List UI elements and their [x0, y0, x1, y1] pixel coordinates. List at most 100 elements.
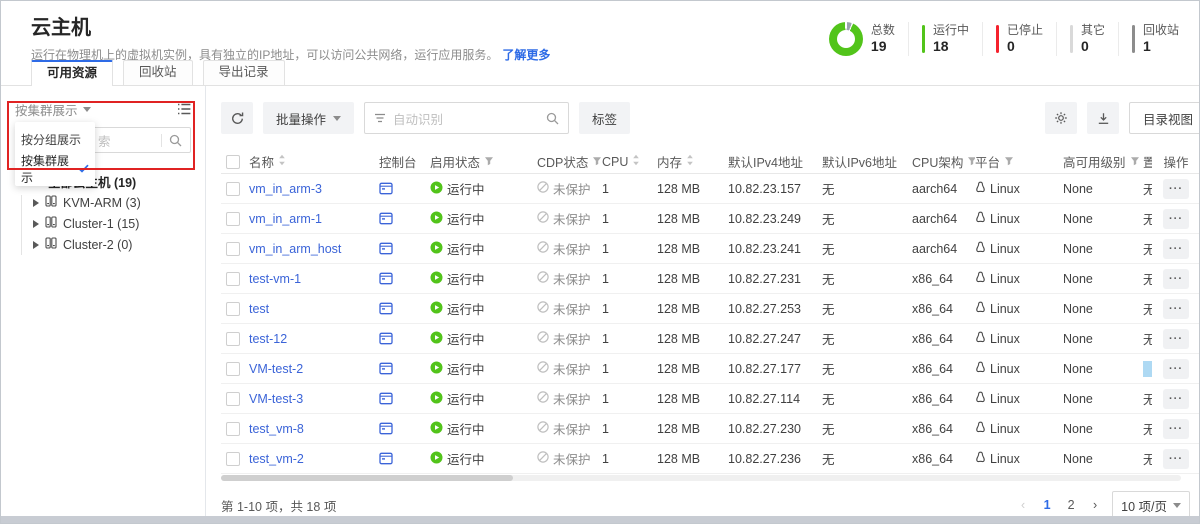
row-checkbox[interactable] — [226, 242, 240, 256]
console-icon[interactable] — [379, 212, 393, 225]
console-icon[interactable] — [379, 332, 393, 345]
column-header-name[interactable]: 名称 — [249, 152, 379, 171]
batch-actions-button[interactable]: 批量操作 — [263, 102, 354, 134]
column-header-ha[interactable]: 高可用级别 — [1063, 152, 1143, 171]
horizontal-scrollbar[interactable] — [221, 475, 1181, 481]
tag-button[interactable]: 标签 — [579, 102, 630, 134]
catalog-view-button[interactable]: 目录视图 — [1129, 102, 1199, 134]
console-icon[interactable] — [379, 242, 393, 255]
refresh-button[interactable] — [221, 102, 253, 134]
more-actions-button[interactable]: ··· — [1163, 449, 1189, 469]
column-header-arch[interactable]: CPU架构 — [912, 152, 975, 171]
vm-name-link[interactable]: VM-test-3 — [249, 392, 303, 406]
search-icon[interactable] — [546, 112, 559, 125]
display-mode-dropdown[interactable]: 按集群展示 — [15, 100, 91, 119]
tab-recycle-bin[interactable]: 回收站 — [123, 60, 193, 85]
caret-right-icon[interactable] — [33, 220, 39, 228]
vm-name-link[interactable]: vm_in_arm_host — [249, 242, 341, 256]
page-number-1[interactable]: 1 — [1040, 498, 1054, 512]
learn-more-link[interactable]: 了解更多 — [502, 48, 550, 62]
cell-mem: 128 MB — [657, 452, 728, 466]
sorter-icon[interactable] — [278, 154, 286, 169]
settings-button[interactable] — [1045, 102, 1077, 134]
stat-label: 回收站 — [1143, 23, 1179, 38]
console-icon[interactable] — [379, 452, 393, 465]
column-header-cdp[interactable]: CDP状态 — [537, 152, 602, 171]
funnel-filter-icon[interactable] — [967, 155, 975, 169]
export-download-button[interactable] — [1087, 102, 1119, 134]
more-actions-button[interactable]: ··· — [1163, 419, 1189, 439]
page-number-2[interactable]: 2 — [1064, 498, 1078, 512]
column-header-console[interactable]: 控制台 — [379, 152, 430, 171]
column-header-ipv4[interactable]: 默认IPv4地址 — [728, 152, 822, 171]
sorter-icon[interactable] — [632, 154, 640, 169]
sorter-icon[interactable] — [686, 154, 694, 169]
next-page-button[interactable]: › — [1088, 498, 1102, 512]
more-actions-button[interactable]: ··· — [1163, 359, 1189, 379]
column-header-platform[interactable]: 平台 — [975, 152, 1063, 171]
vm-name-link[interactable]: test_vm-8 — [249, 422, 304, 436]
search-icon[interactable] — [169, 134, 182, 147]
column-header-status[interactable]: 启用状态 — [430, 152, 537, 171]
more-actions-button[interactable]: ··· — [1163, 269, 1189, 289]
vm-name-link[interactable]: vm_in_arm-1 — [249, 212, 322, 226]
console-icon[interactable] — [379, 182, 393, 195]
funnel-filter-icon[interactable] — [1004, 155, 1014, 169]
console-icon[interactable] — [379, 272, 393, 285]
select-all-checkbox[interactable] — [226, 155, 240, 169]
tree-options-icon[interactable] — [177, 103, 191, 115]
vm-name-link[interactable]: test-vm-1 — [249, 272, 301, 286]
tab-export-records[interactable]: 导出记录 — [203, 60, 285, 85]
cell-ipv4: 10.82.27.253 — [728, 302, 822, 316]
scrollbar-thumb[interactable] — [221, 475, 513, 481]
more-actions-button[interactable]: ··· — [1163, 239, 1189, 259]
more-actions-button[interactable]: ··· — [1163, 329, 1189, 349]
cell-mem: 128 MB — [657, 302, 728, 316]
caret-right-icon[interactable] — [33, 241, 39, 249]
menu-item-按分组展示[interactable]: 按分组展示 — [15, 124, 95, 154]
row-checkbox[interactable] — [226, 452, 240, 466]
cell-platform: Linux — [975, 451, 1063, 466]
tab-available[interactable]: 可用资源 — [31, 60, 113, 86]
page-size-select[interactable]: 10 项/页 — [1112, 491, 1190, 516]
funnel-filter-icon[interactable] — [1130, 155, 1140, 169]
console-icon[interactable] — [379, 362, 393, 375]
vm-name-link[interactable]: vm_in_arm-3 — [249, 182, 322, 196]
row-checkbox[interactable] — [226, 332, 240, 346]
cell-name: test-12 — [249, 332, 379, 346]
vm-name-link[interactable]: test_vm-2 — [249, 452, 304, 466]
tree-node[interactable]: Cluster-1 (15) — [15, 213, 191, 234]
table-search-input[interactable]: 自动识别 — [364, 102, 569, 134]
console-icon[interactable] — [379, 302, 393, 315]
status-text: 运行中 — [447, 299, 485, 318]
vm-name-link[interactable]: test — [249, 302, 269, 316]
console-icon[interactable] — [379, 392, 393, 405]
column-header-cpu[interactable]: CPU — [602, 154, 657, 169]
row-checkbox[interactable] — [226, 212, 240, 226]
cell-platform: Linux — [975, 271, 1063, 286]
funnel-filter-icon[interactable] — [484, 155, 494, 169]
column-header-mem[interactable]: 内存 — [657, 152, 728, 171]
row-checkbox[interactable] — [226, 182, 240, 196]
tree-node[interactable]: KVM-ARM (3) — [15, 192, 191, 213]
column-header-ipv6[interactable]: 默认IPv6地址 — [822, 152, 912, 171]
row-checkbox[interactable] — [226, 362, 240, 376]
vm-name-link[interactable]: VM-test-2 — [249, 362, 303, 376]
funnel-filter-icon[interactable] — [592, 155, 602, 169]
prev-page-button[interactable]: ‹ — [1016, 498, 1030, 512]
more-actions-button[interactable]: ··· — [1163, 389, 1189, 409]
row-checkbox[interactable] — [226, 422, 240, 436]
cell-mem: 128 MB — [657, 182, 728, 196]
more-actions-button[interactable]: ··· — [1163, 209, 1189, 229]
more-actions-button[interactable]: ··· — [1163, 299, 1189, 319]
row-checkbox[interactable] — [226, 302, 240, 316]
caret-right-icon[interactable] — [33, 199, 39, 207]
cell-cpu: 1 — [602, 182, 657, 196]
more-actions-button[interactable]: ··· — [1163, 179, 1189, 199]
console-icon[interactable] — [379, 422, 393, 435]
row-checkbox[interactable] — [226, 272, 240, 286]
row-checkbox[interactable] — [226, 392, 240, 406]
vm-name-link[interactable]: test-12 — [249, 332, 287, 346]
menu-item-按集群展示[interactable]: 按集群展示 — [15, 154, 95, 184]
tree-node[interactable]: Cluster-2 (0) — [15, 234, 191, 255]
